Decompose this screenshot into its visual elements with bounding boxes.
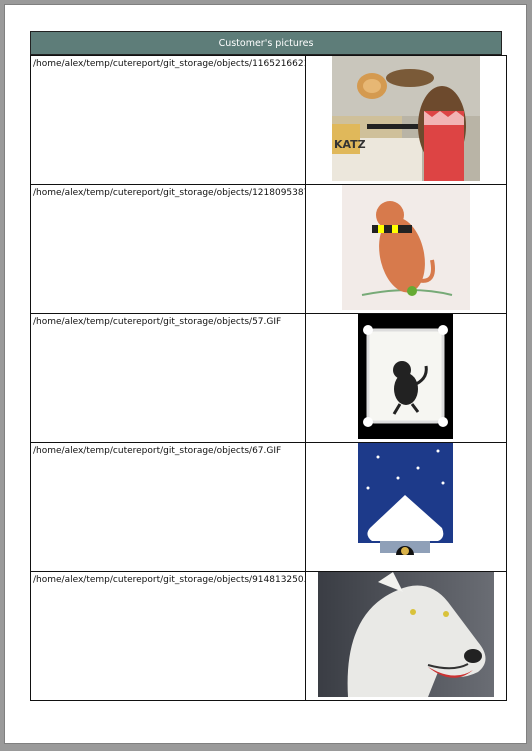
file-path-cell: /home/alex/temp/cutereport/git_storage/o… xyxy=(30,442,306,572)
picture-cell xyxy=(305,313,507,443)
black-cat-dancing-picture xyxy=(358,314,453,439)
dog-chef-frying-pan-picture: KATZ xyxy=(332,56,480,181)
report-page: Customer's pictures /home/alex/temp/cute… xyxy=(5,5,526,743)
picture-cell xyxy=(305,571,507,701)
file-path-cell: /home/alex/temp/cutereport/git_storage/o… xyxy=(30,184,306,314)
table-header-title: Customer's pictures xyxy=(218,37,314,49)
picture-cell xyxy=(305,442,507,572)
table-row: /home/alex/temp/cutereport/git_storage/o… xyxy=(30,184,507,314)
report-table: Customer's pictures /home/alex/temp/cute… xyxy=(30,31,507,701)
snowy-doghouse-night-picture xyxy=(358,443,453,568)
table-header: Customer's pictures xyxy=(30,31,502,55)
picture-cell: KATZ xyxy=(305,55,507,185)
table-row: /home/alex/temp/cutereport/git_storage/o… xyxy=(30,571,507,701)
picture-cell xyxy=(305,184,507,314)
table-row: /home/alex/temp/cutereport/git_storage/o… xyxy=(30,442,507,572)
cartoon-cat-scarf-picture xyxy=(342,185,470,310)
file-path-cell: /home/alex/temp/cutereport/git_storage/o… xyxy=(30,55,306,185)
svg-text:KATZ: KATZ xyxy=(334,138,366,151)
file-path-cell: /home/alex/temp/cutereport/git_storage/o… xyxy=(30,571,306,701)
pictures-table: /home/alex/temp/cutereport/git_storage/o… xyxy=(30,55,507,701)
file-path-cell: /home/alex/temp/cutereport/git_storage/o… xyxy=(30,313,306,443)
table-row: /home/alex/temp/cutereport/git_storage/o… xyxy=(30,55,507,185)
white-wolf-picture xyxy=(318,572,494,697)
table-row: /home/alex/temp/cutereport/git_storage/o… xyxy=(30,313,507,443)
